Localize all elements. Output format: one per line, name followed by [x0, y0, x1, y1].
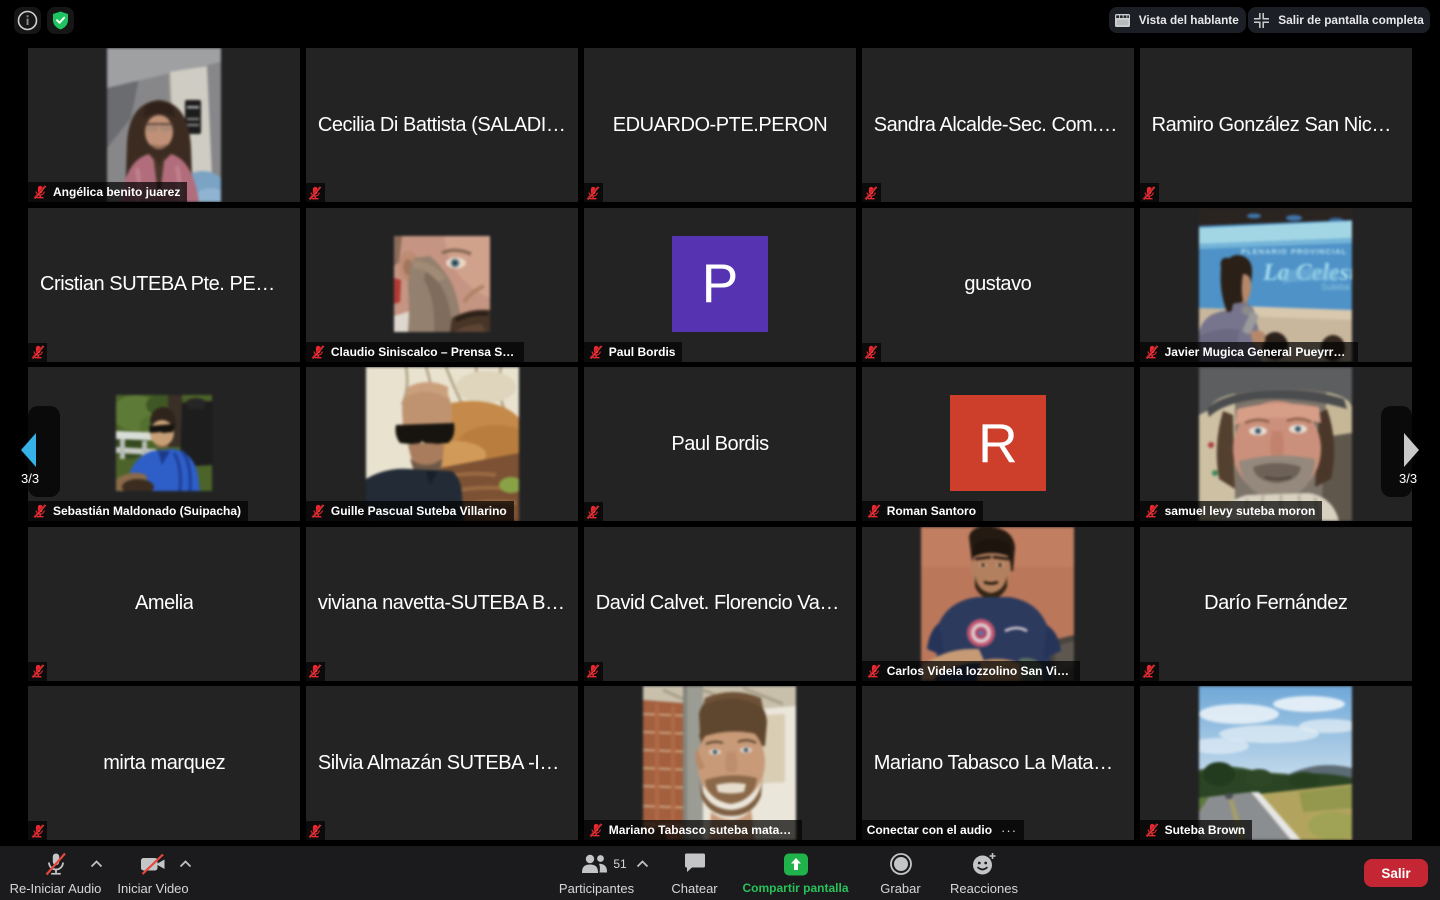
- svg-text:Suteba: Suteba: [1321, 282, 1350, 292]
- svg-text:PLENARIO PROVINCIAL: PLENARIO PROVINCIAL: [1241, 247, 1347, 256]
